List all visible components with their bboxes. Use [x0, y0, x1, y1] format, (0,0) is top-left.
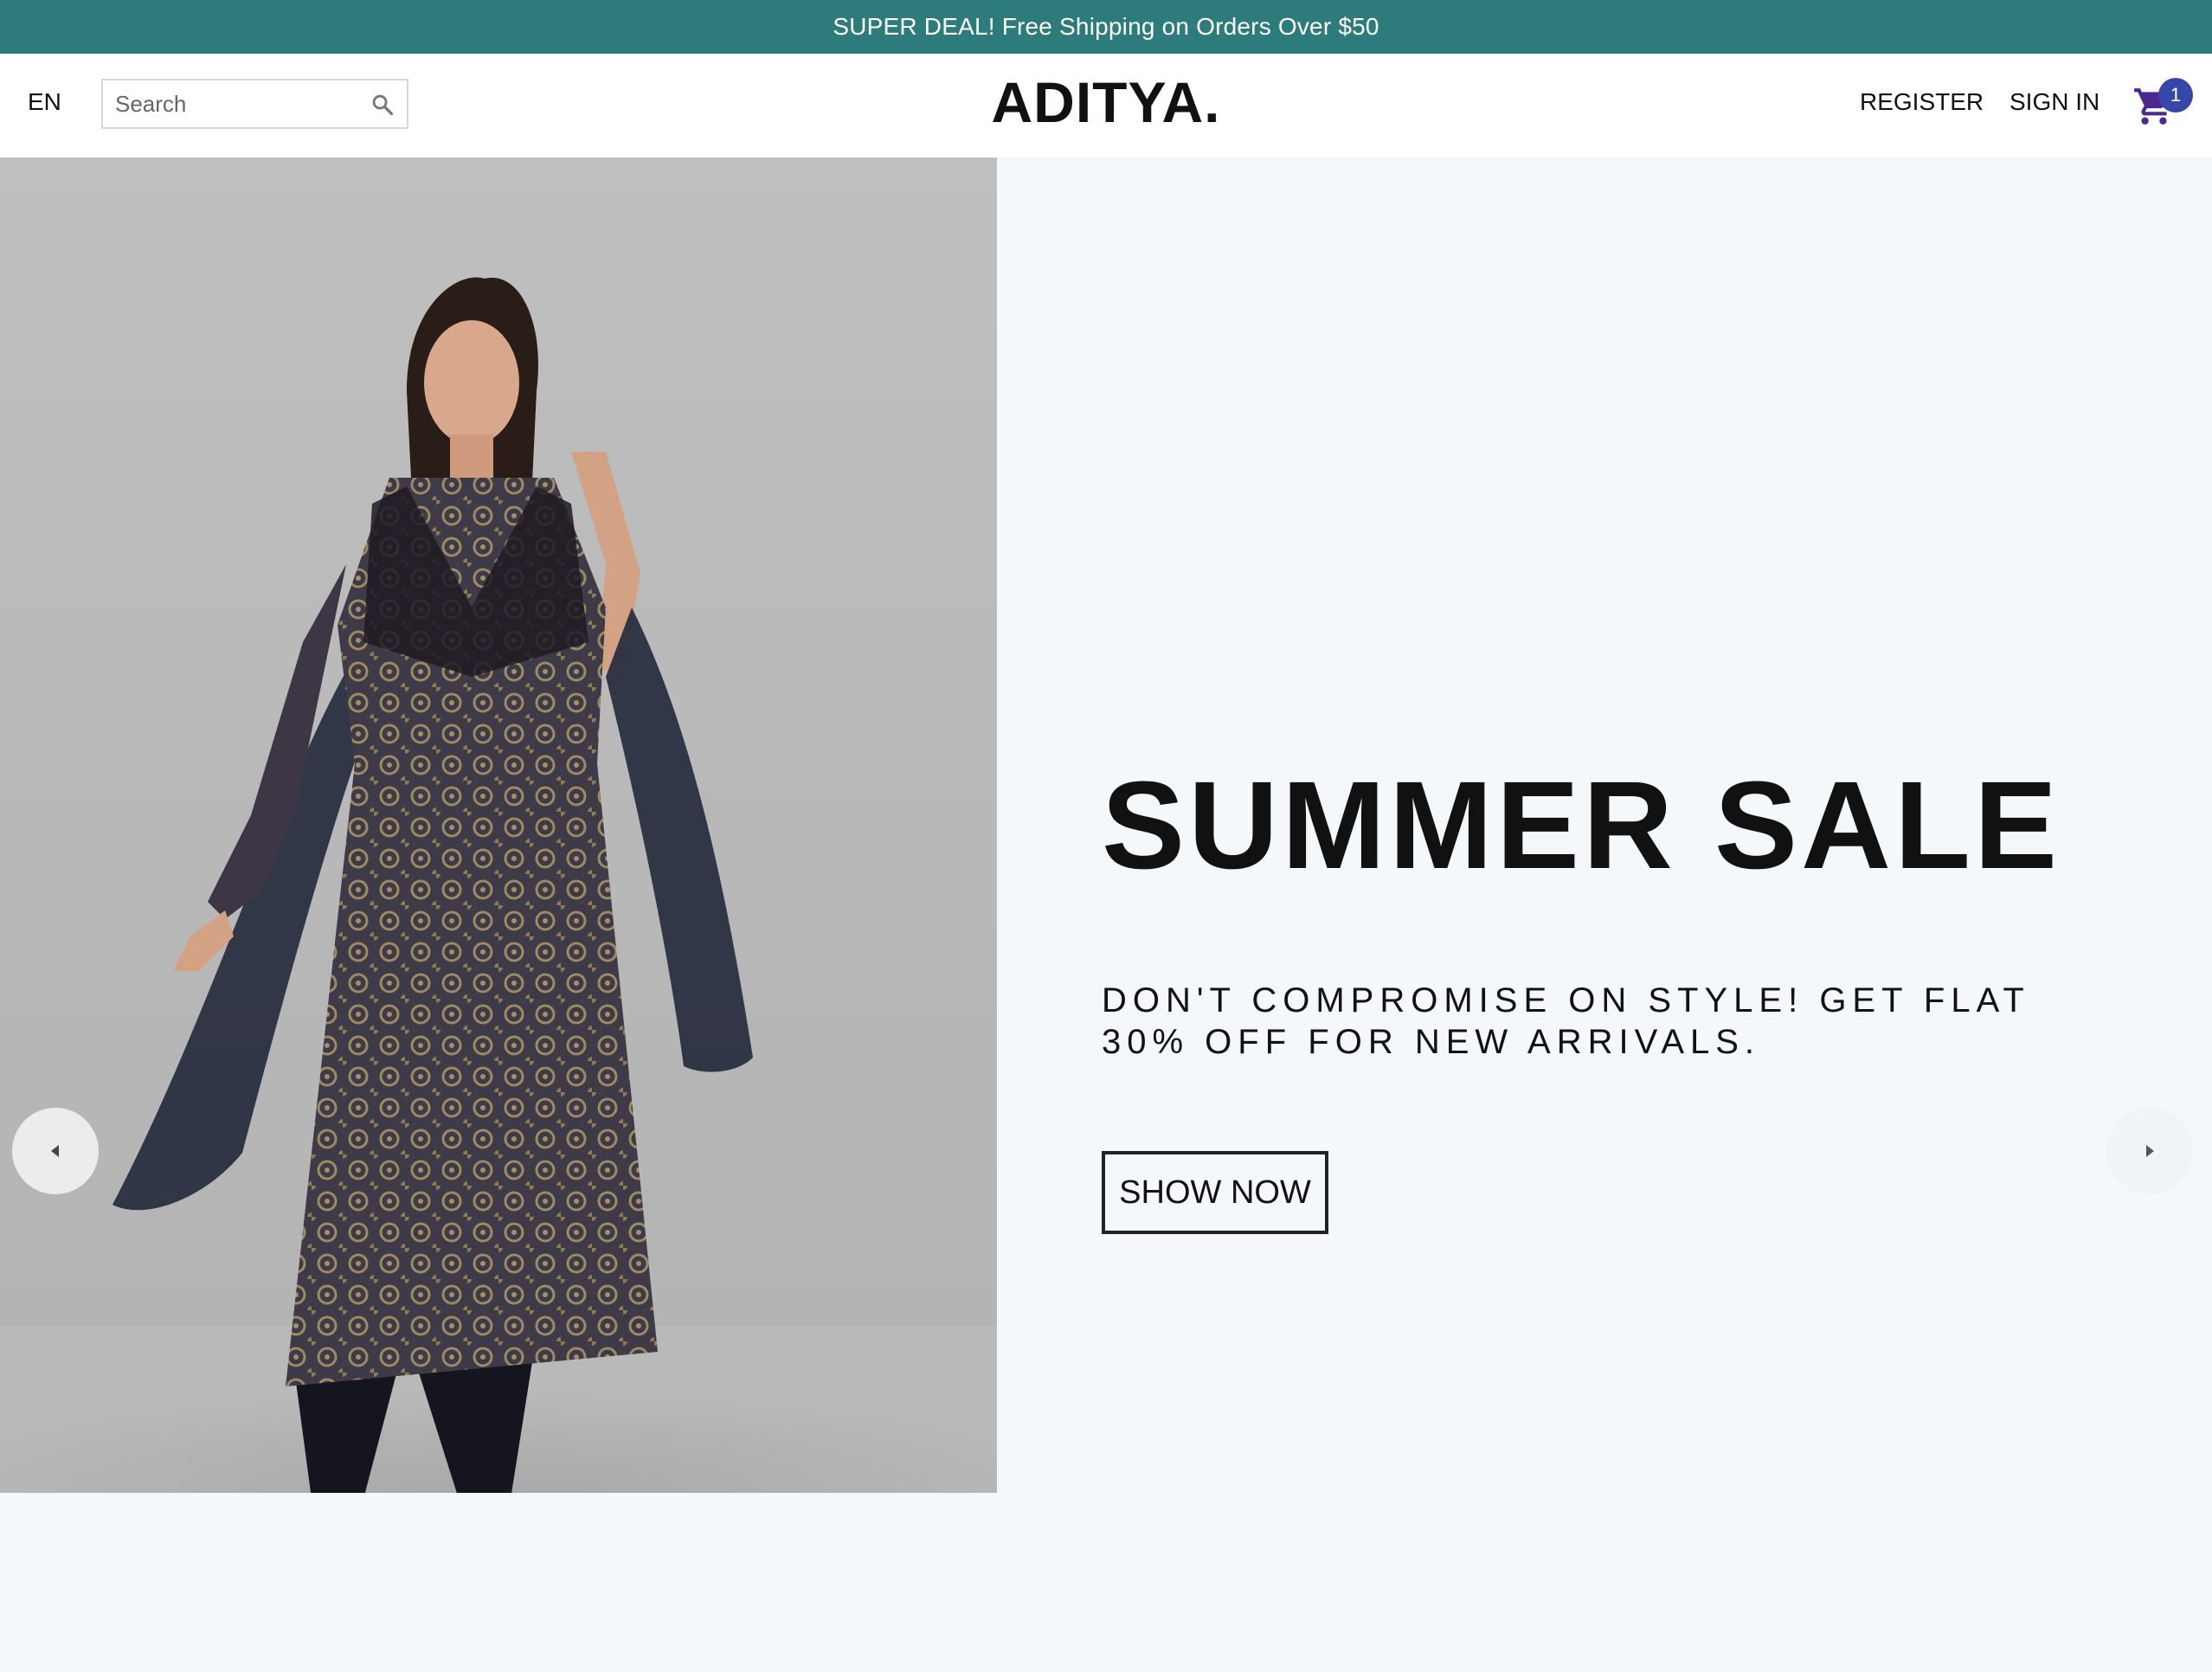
slider-prev-button[interactable]: [12, 1108, 99, 1194]
announcement-text: SUPER DEAL! Free Shipping on Orders Over…: [833, 13, 1379, 40]
announcement-bar: SUPER DEAL! Free Shipping on Orders Over…: [0, 0, 2212, 54]
hero-description: DON'T COMPROMISE ON STYLE! GET FLAT 30% …: [1102, 981, 2030, 1061]
cart-badge: 1: [2158, 78, 2193, 113]
slider-next-button[interactable]: [2106, 1108, 2193, 1194]
arrow-right-icon: [2146, 1145, 2154, 1157]
show-now-button[interactable]: SHOW NOW: [1102, 1151, 1328, 1234]
arrow-left-icon: [51, 1145, 59, 1157]
sign-in-link[interactable]: SIGN IN: [2009, 88, 2099, 116]
hero-product-image: [0, 158, 997, 1493]
hero-title: SUMMER SALE: [1102, 756, 2061, 895]
navbar: EN ADITYA. REGISTER SIGN IN 1: [0, 54, 2212, 158]
cart-button[interactable]: 1: [2132, 78, 2193, 132]
hero-slider: SUMMER SALE DON'T COMPROMISE ON STYLE! G…: [0, 158, 2212, 1493]
register-link[interactable]: REGISTER: [1860, 88, 1984, 116]
model-illustration: [0, 277, 997, 1493]
